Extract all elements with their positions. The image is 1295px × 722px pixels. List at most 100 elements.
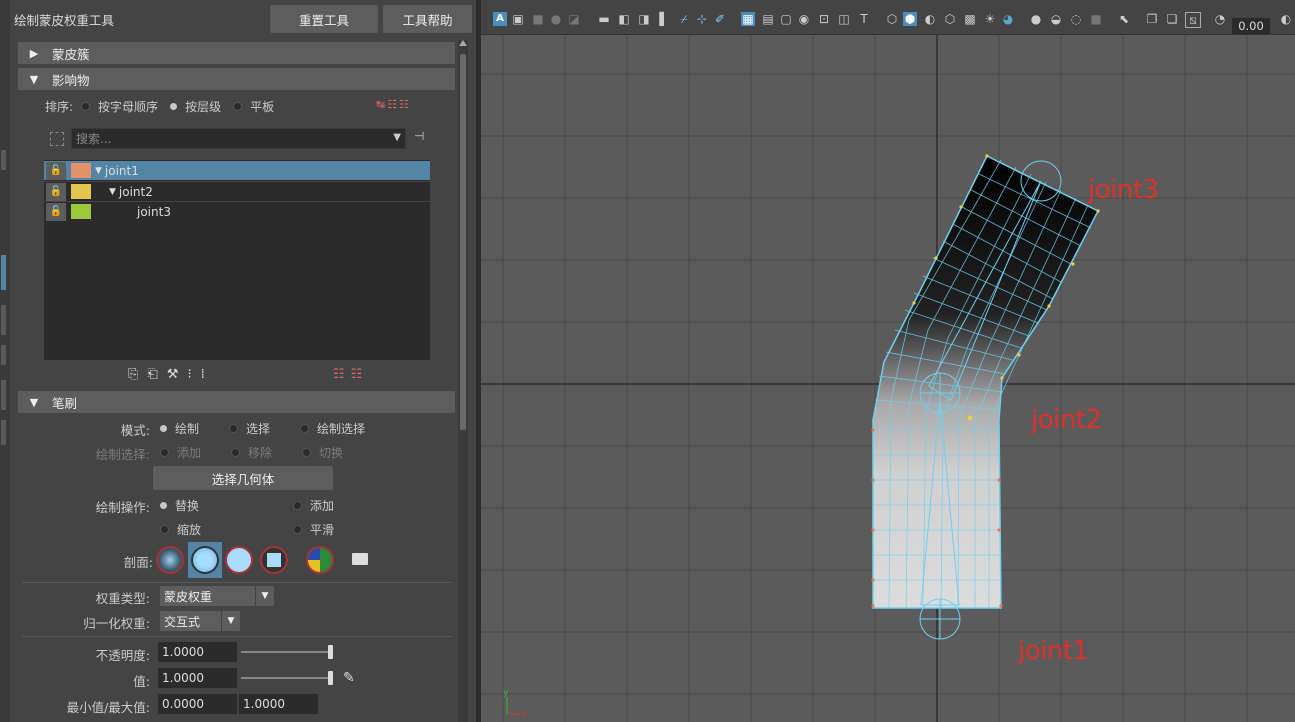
influence-search-input[interactable]: 搜索... ▼: [71, 128, 406, 149]
panel-scrollbar[interactable]: [458, 40, 468, 722]
wireframe-on-shaded-icon[interactable]: ⬡: [943, 12, 957, 26]
mode-select-radio[interactable]: [229, 424, 239, 433]
pin-icon[interactable]: ⊣: [414, 129, 424, 143]
sort-flat-radio[interactable]: [233, 102, 243, 111]
image-plane-icon[interactable]: ◪: [567, 12, 581, 26]
scroll-up-icon[interactable]: [459, 40, 467, 46]
opacity-field[interactable]: 1.0000: [158, 642, 237, 662]
paint-op-smooth-radio[interactable]: [293, 525, 302, 534]
expand-arrow-icon[interactable]: ▼: [95, 166, 102, 176]
antialias-icon[interactable]: ◌: [1069, 12, 1083, 26]
scrollbar-thumb[interactable]: [460, 54, 466, 430]
reset-tool-button[interactable]: 重置工具: [270, 5, 378, 33]
folder-icon[interactable]: [352, 553, 368, 565]
profile-square-icon[interactable]: [260, 546, 288, 574]
viewport-canvas[interactable]: x y: [481, 0, 1295, 722]
film-gate-icon[interactable]: ◨: [637, 12, 651, 26]
search-dropdown-icon[interactable]: ▼: [393, 132, 401, 143]
field-icon[interactable]: ⊡: [817, 12, 831, 26]
section-brush[interactable]: ▼ 笔刷: [18, 391, 455, 413]
lock-icon[interactable]: 🔓: [46, 202, 66, 221]
sort-tools-icons[interactable]: ↹☷☷: [376, 98, 426, 112]
frame-icon[interactable]: ▣: [511, 12, 525, 26]
mode-paint-radio[interactable]: [160, 425, 167, 432]
paint-op-scale-radio[interactable]: [160, 525, 169, 534]
gate-icon[interactable]: ◉: [797, 12, 811, 26]
display-icon[interactable]: ◫: [837, 12, 851, 26]
lights-icon[interactable]: ☀: [983, 12, 997, 26]
viewport-3d[interactable]: x y joint3 joint2 joint1 A ▣ ■ ● ◪ ▬ ◧ ◨…: [481, 0, 1295, 722]
resolution-gate-icon[interactable]: ▌: [657, 12, 671, 26]
wireframe-icon[interactable]: ⬡: [885, 12, 899, 26]
paint-op-add-radio[interactable]: [293, 501, 302, 510]
camera-icon[interactable]: ▬: [597, 12, 611, 26]
sort-alpha-radio[interactable]: [81, 102, 91, 111]
influence-action-icons[interactable]: ⎘⎗⚒⁝⁞: [128, 367, 268, 385]
influence-color-swatch[interactable]: [71, 204, 91, 219]
influence-row-joint3[interactable]: 🔓 joint3: [44, 201, 430, 221]
paint-op-replace[interactable]: 替换: [160, 497, 199, 514]
opacity-slider-knob[interactable]: [328, 645, 333, 659]
grid-icon[interactable]: ▦: [741, 12, 755, 26]
lock-icon[interactable]: 🔓: [46, 161, 66, 180]
value-slider-knob[interactable]: [328, 671, 333, 685]
field-chart-icon[interactable]: ⊹: [695, 12, 709, 26]
max-value-field[interactable]: 1.0000: [239, 694, 318, 714]
influence-row-joint2[interactable]: 🔓 ▼ joint2: [44, 181, 430, 201]
opacity-slider[interactable]: [241, 645, 333, 659]
weight-type-dropdown[interactable]: 蒙皮权重 ▼: [160, 586, 274, 606]
paint-op-scale[interactable]: 缩放: [160, 521, 201, 538]
strip-mark-active[interactable]: [1, 255, 6, 290]
select-geometry-button[interactable]: 选择几何体: [153, 466, 333, 490]
safe-title-icon[interactable]: ▢: [779, 12, 793, 26]
gamma-icon[interactable]: ◐: [1279, 12, 1293, 26]
paint-op-replace-radio[interactable]: [160, 502, 167, 509]
profile-soft-selected[interactable]: [188, 542, 222, 578]
section-skin-cluster[interactable]: ▶ 蒙皮簇: [18, 42, 455, 64]
depth-of-field-icon[interactable]: ■: [1089, 12, 1103, 26]
smooth-shade-icon[interactable]: ⬢: [903, 12, 917, 26]
bookmark-icon[interactable]: ●: [549, 12, 563, 26]
ambient-occlusion-icon[interactable]: ●: [1029, 12, 1043, 26]
eyedropper-icon[interactable]: ✎: [343, 670, 355, 686]
isolate-select-icon[interactable]: ⬉: [1117, 12, 1131, 26]
film-strip-icon[interactable]: ▤: [761, 12, 775, 26]
influence-color-swatch[interactable]: [71, 184, 91, 199]
xray-icon[interactable]: ❐: [1145, 12, 1159, 26]
filter-icon[interactable]: [50, 132, 64, 146]
section-influences[interactable]: ▼ 影响物: [18, 68, 455, 90]
exposure-field[interactable]: 0.00: [1232, 18, 1270, 34]
min-value-field[interactable]: 0.0000: [158, 694, 237, 714]
lock-icon[interactable]: 🔓: [46, 182, 66, 201]
xray-active-icon[interactable]: ⧅: [1185, 12, 1201, 28]
mode-paint-select-radio[interactable]: [300, 424, 310, 433]
gate-mask-icon[interactable]: ⌿: [677, 12, 691, 26]
select-camera-icon[interactable]: A: [493, 12, 507, 26]
value-field[interactable]: 1.0000: [158, 668, 237, 688]
influence-row-joint1[interactable]: 🔓 ▼ joint1: [44, 161, 430, 180]
profile-image-icon[interactable]: [306, 546, 334, 574]
sort-hierarchy-radio[interactable]: [170, 103, 178, 110]
weight-list-icons[interactable]: ☷☷: [333, 367, 383, 385]
motion-blur-icon[interactable]: ◒: [1049, 12, 1063, 26]
textured-icon[interactable]: ▩: [963, 12, 977, 26]
tool-help-button[interactable]: 工具帮助: [383, 5, 472, 33]
shadows-icon[interactable]: ◕: [1001, 12, 1015, 26]
safe-action-icon[interactable]: ✐: [713, 12, 727, 26]
expand-arrow-icon[interactable]: ▼: [109, 187, 116, 197]
camera-attributes-icon[interactable]: ◧: [617, 12, 631, 26]
default-material-icon[interactable]: ◐: [923, 12, 937, 26]
lock-camera-icon[interactable]: ■: [531, 12, 545, 26]
xray-joints-icon[interactable]: ❏: [1165, 12, 1179, 26]
influence-color-swatch[interactable]: [71, 163, 91, 178]
value-slider[interactable]: [241, 671, 333, 685]
normalize-dropdown[interactable]: 交互式 ▼: [160, 611, 240, 631]
profile-solid-icon[interactable]: [225, 546, 253, 574]
paint-select-add-label: 添加: [177, 446, 202, 460]
profile-gaussian-icon[interactable]: [156, 546, 184, 574]
paint-op-smooth[interactable]: 平滑: [293, 521, 334, 538]
exposure-icon[interactable]: ◔: [1213, 12, 1227, 26]
influence-list[interactable]: 🔓 ▼ joint1 🔓 ▼ joint2 🔓 joint3: [44, 160, 430, 360]
text-icon[interactable]: T: [857, 12, 871, 26]
paint-op-add[interactable]: 添加: [293, 497, 334, 514]
